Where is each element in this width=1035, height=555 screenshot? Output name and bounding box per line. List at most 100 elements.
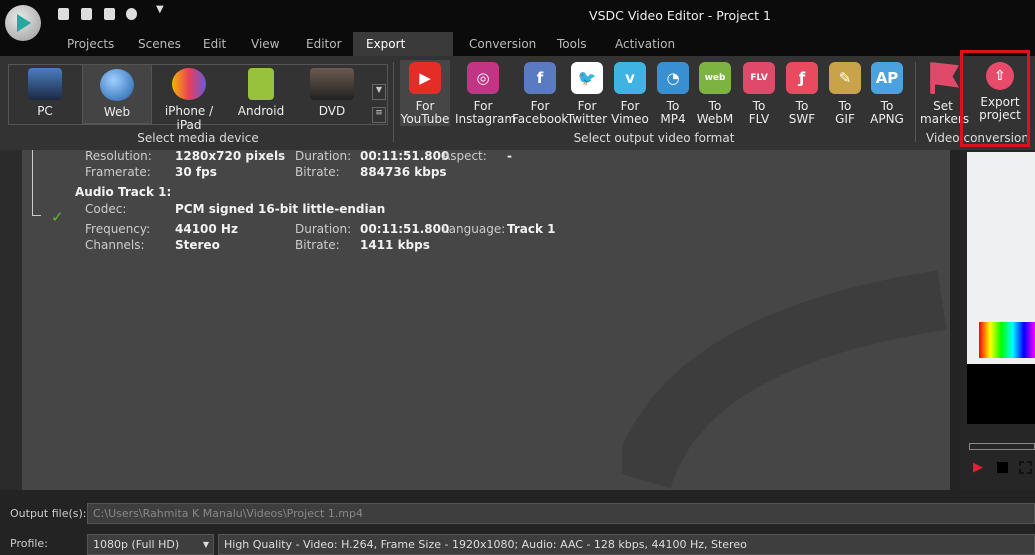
android-icon [248, 68, 274, 100]
label: FLV [748, 112, 770, 126]
film-watermark-icon [622, 270, 947, 490]
tree-line [32, 215, 41, 216]
codec-label: Codec: [85, 202, 127, 216]
label: To [795, 99, 809, 113]
device-group-label: Select media device [137, 131, 259, 145]
label: For [530, 99, 550, 113]
profile-selected: 1080p (Full HD) [93, 538, 180, 551]
tab-scenes[interactable]: Scenes [125, 32, 194, 56]
label: Facebook [512, 112, 569, 126]
separator [915, 62, 916, 142]
duration-label: Duration: [295, 149, 352, 163]
left-strip [0, 150, 22, 490]
separator [393, 62, 394, 142]
label: To [752, 99, 766, 113]
play-button[interactable]: ▶ [973, 460, 983, 475]
resolution-label: Resolution: [85, 149, 152, 163]
output-file-input[interactable]: C:\Users\Rahmita K Manalu\Videos\Project… [87, 503, 1035, 524]
tab-activation[interactable]: Activation [602, 32, 688, 56]
flv-icon: FLV [743, 62, 775, 94]
resolution-value: 1280x720 pixels [175, 149, 286, 163]
label: For [473, 99, 493, 113]
tv-icon [310, 68, 354, 100]
device-label: Web [103, 105, 131, 119]
format-webm-button[interactable]: web To WebM [690, 60, 740, 126]
label: To [708, 99, 722, 113]
format-instagram-button[interactable]: ◎ For Instagram [455, 60, 516, 126]
format-apng-button[interactable]: AP To APNG [862, 60, 912, 126]
channels-value: Stereo [175, 238, 220, 252]
label: To [880, 99, 894, 113]
label: WebM [696, 112, 734, 126]
duration-value: 00:11:51.800 [360, 149, 450, 163]
twitter-icon: 🐦 [571, 62, 603, 94]
facebook-icon: f [524, 62, 556, 94]
format-youtube-button[interactable]: ▶ For YouTube [400, 60, 450, 126]
preview-seekbar[interactable] [969, 443, 1035, 450]
pc-icon [28, 68, 62, 100]
device-web[interactable]: Web [82, 64, 152, 124]
tab-conversion[interactable]: Conversion [456, 32, 549, 56]
preview-black [967, 364, 1035, 424]
format-facebook-button[interactable]: f For Facebook [512, 60, 568, 126]
audio-track-title: Audio Track 1: [75, 185, 172, 199]
output-file-label: Output file(s): [10, 507, 87, 520]
device-label: iPhone / iPad [164, 104, 214, 132]
vimeo-icon: v [614, 62, 646, 94]
gallery-expand[interactable]: ≡ [372, 107, 386, 123]
tab-view[interactable]: View [238, 32, 292, 56]
device-iphone-ipad[interactable]: iPhone / iPad [151, 64, 227, 132]
label: GIF [835, 112, 855, 126]
mp4-icon: ◔ [657, 62, 689, 94]
globe-icon [100, 69, 134, 101]
label: For [415, 99, 435, 113]
aspect-value: - [507, 149, 512, 163]
tab-edit[interactable]: Edit [190, 32, 239, 56]
tab-editor[interactable]: Editor [293, 32, 355, 56]
audio-bitrate-value: 1411 kbps [360, 238, 430, 252]
audio-duration-value: 00:11:51.800 [360, 222, 450, 236]
tab-export-project[interactable]: Export project [353, 32, 453, 75]
fullscreen-button[interactable] [1019, 461, 1032, 474]
profile-label: Profile: [10, 537, 48, 550]
frequency-value: 44100 Hz [175, 222, 238, 236]
label: Vimeo [611, 112, 649, 126]
bitrate-label: Bitrate: [295, 165, 340, 179]
language-value: Track 1 [507, 222, 556, 236]
frequency-label: Frequency: [85, 222, 151, 236]
device-android[interactable]: Android [226, 64, 296, 124]
device-label: Android [237, 104, 285, 118]
profile-select[interactable]: 1080p (Full HD) ▼ [87, 534, 214, 555]
apng-icon: AP [871, 62, 903, 94]
stop-button[interactable] [997, 462, 1008, 473]
webm-icon: web [699, 62, 731, 94]
swf-icon: ƒ [786, 62, 818, 94]
instagram-icon: ◎ [467, 62, 499, 94]
framerate-value: 30 fps [175, 165, 217, 179]
apple-icon [172, 68, 206, 100]
label: To [666, 99, 680, 113]
audio-bitrate-label: Bitrate: [295, 238, 340, 252]
tab-tools[interactable]: Tools [544, 32, 600, 56]
title-bar: ▼ VSDC Video Editor - Project 1 Projects… [0, 0, 1035, 75]
aspect-label: Aspect: [442, 149, 487, 163]
preview-frame [967, 152, 1035, 364]
label: To [838, 99, 852, 113]
gallery-scroll-down[interactable]: ▼ [372, 84, 386, 100]
label: Instagram [455, 112, 517, 126]
palette-thumbnail [979, 322, 1035, 358]
device-pc[interactable]: PC [10, 64, 80, 124]
label: APNG [870, 112, 904, 126]
framerate-label: Framerate: [85, 165, 151, 179]
youtube-icon: ▶ [409, 62, 441, 94]
flag-icon [930, 62, 959, 94]
audio-duration-label: Duration: [295, 222, 352, 236]
window-title: VSDC Video Editor - Project 1 [589, 8, 771, 23]
device-dvd[interactable]: DVD [297, 64, 367, 124]
label: Twitter [566, 112, 608, 126]
language-label: Language: [442, 222, 506, 236]
chevron-down-icon: ▼ [202, 540, 209, 549]
tree-line [32, 150, 33, 216]
label: MP4 [660, 112, 686, 126]
tab-projects[interactable]: Projects [54, 32, 127, 56]
